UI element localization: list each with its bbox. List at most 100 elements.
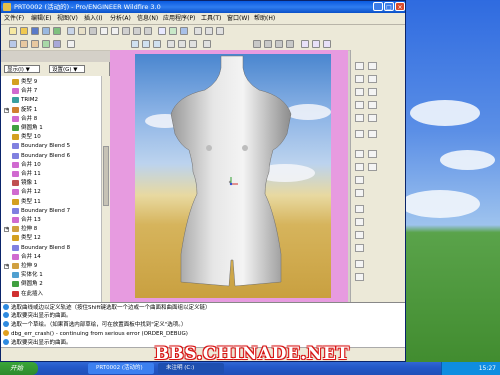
reorient-icon[interactable] (53, 40, 61, 48)
style-icon[interactable] (301, 40, 309, 48)
open-folder-icon[interactable] (20, 27, 28, 35)
tree-item[interactable]: 类型 11 (1, 198, 101, 206)
spin-center-icon[interactable] (203, 40, 211, 48)
menu-edit[interactable]: 编辑(E) (31, 14, 51, 23)
menu-file[interactable]: 文件(F) (4, 14, 24, 23)
menu-insert[interactable]: 插入(I) (84, 14, 102, 23)
hole-tool-icon[interactable] (355, 205, 364, 213)
zoom-out-icon[interactable] (31, 40, 39, 48)
minimize-button[interactable]: _ (373, 2, 383, 11)
menu-analysis[interactable]: 分析(A) (110, 14, 131, 23)
layers-icon[interactable] (167, 40, 175, 48)
draft-tool-icon[interactable] (355, 244, 364, 252)
sketch-tool-icon[interactable] (355, 130, 364, 138)
csys-display-icon[interactable] (189, 40, 197, 48)
refit-icon[interactable] (42, 40, 50, 48)
select-icon[interactable] (78, 27, 86, 35)
tree-item[interactable]: 合并 10 (1, 161, 101, 169)
tree-item[interactable]: 合并 8 (1, 115, 101, 123)
tree-item[interactable]: Boundary Blend 6 (1, 152, 101, 160)
datum-curve-tool-icon[interactable] (355, 88, 364, 96)
tree-item[interactable]: 合并 7 (1, 87, 101, 95)
tree-item[interactable]: 倒圆角 1 (1, 124, 101, 132)
new-file-icon[interactable] (9, 27, 17, 35)
datum-axis-tool-icon[interactable] (355, 75, 364, 83)
tree-item[interactable]: + 拉伸 8 (1, 225, 101, 233)
paste-icon[interactable] (133, 27, 141, 35)
settings-dropdown[interactable]: 设置(G) ▼ (49, 65, 85, 73)
tree-item[interactable]: Boundary Blend 8 (1, 244, 101, 252)
revolve-tool-icon[interactable] (355, 163, 364, 171)
trim-tool-icon[interactable] (368, 75, 377, 83)
rib-tool-icon[interactable] (355, 231, 364, 239)
appearance-icon[interactable] (323, 40, 331, 48)
csys-tool-icon[interactable] (355, 114, 364, 122)
no-hidden-icon[interactable] (216, 27, 224, 35)
tree-item[interactable]: 合并 14 (1, 253, 101, 261)
hidden-line-icon[interactable] (205, 27, 213, 35)
wireframe-icon[interactable] (194, 27, 202, 35)
tree-item[interactable]: TRIM2 (1, 96, 101, 104)
shell-tool-icon[interactable] (355, 218, 364, 226)
shade-icon[interactable] (180, 27, 188, 35)
tree-item[interactable]: 合并 13 (1, 216, 101, 224)
merge-tool-icon[interactable] (368, 62, 377, 70)
tree-item[interactable]: + 旋转 1 (1, 106, 101, 114)
solidify-tool-icon[interactable] (368, 163, 377, 171)
repaint-icon[interactable] (169, 27, 177, 35)
datum-plane-tool-icon[interactable] (355, 62, 364, 70)
datum-plane-icon[interactable] (131, 40, 139, 48)
paste-special-icon[interactable] (144, 27, 152, 35)
close-button[interactable]: × (395, 2, 405, 11)
expand-toggle[interactable]: + (4, 107, 9, 113)
annotation-icon[interactable] (253, 40, 261, 48)
menu-view[interactable]: 视图(V) (57, 14, 78, 23)
mirror-tool-icon[interactable] (368, 88, 377, 96)
tree-item[interactable]: 倒圆角 2 (1, 280, 101, 288)
parameters-icon[interactable] (286, 40, 294, 48)
regenerate-icon[interactable] (67, 27, 75, 35)
tree-item[interactable]: Boundary Blend 7 (1, 207, 101, 215)
datum-axis-icon[interactable] (142, 40, 150, 48)
title-bar[interactable]: PRT0002 (活动的) - Pro/ENGINEER Wildfire 3.… (1, 1, 405, 13)
measure-icon[interactable] (264, 40, 272, 48)
sweep-tool-icon[interactable] (355, 176, 364, 184)
display-style-icon[interactable] (312, 40, 320, 48)
menu-applications[interactable]: 应用程序(P) (163, 14, 195, 23)
datum-point-tool-icon[interactable] (355, 101, 364, 109)
relations-icon[interactable] (275, 40, 283, 48)
offset-tool-icon[interactable] (368, 130, 377, 138)
boundary-blend-tool-icon[interactable] (355, 189, 364, 197)
menu-tools[interactable]: 工具(T) (201, 14, 221, 23)
scrollbar-thumb[interactable] (103, 146, 109, 206)
tree-item[interactable]: 类型 12 (1, 234, 101, 242)
taskbar-item-proe[interactable]: PRT0002 (活动的) (88, 363, 154, 374)
torso-model[interactable] (170, 55, 292, 287)
saved-views-icon[interactable] (67, 40, 75, 48)
cut-icon[interactable] (122, 27, 130, 35)
start-button[interactable]: 开始 (0, 362, 38, 375)
graphics-window[interactable] (110, 50, 348, 302)
model-tree-scrollbar[interactable] (101, 76, 110, 302)
zoom-in-icon[interactable] (20, 40, 28, 48)
pattern-tool-icon[interactable] (368, 101, 377, 109)
tree-item[interactable]: + 拉伸 9 (1, 262, 101, 270)
tree-item[interactable]: 镜像 1 (1, 179, 101, 187)
extrude-tool-icon[interactable] (355, 150, 364, 158)
expand-toggle[interactable]: + (4, 227, 9, 233)
menu-info[interactable]: 信息(N) (137, 14, 158, 23)
find-icon[interactable] (158, 27, 166, 35)
show-dropdown[interactable]: 显示(I) ▼ (4, 65, 40, 73)
tree-item[interactable]: 实体化 1 (1, 271, 101, 279)
taskbar-item-explorer[interactable]: 未注明 (C:) (158, 363, 224, 374)
model-tree-toggle-icon[interactable] (178, 40, 186, 48)
tree-item[interactable]: 类型 10 (1, 133, 101, 141)
view-manager-icon[interactable] (9, 40, 17, 48)
tree-item[interactable]: 类型 9 (1, 78, 101, 86)
email-icon[interactable] (53, 27, 61, 35)
menu-help[interactable]: 帮助(H) (254, 14, 275, 23)
tree-item[interactable]: 合并 11 (1, 170, 101, 178)
undo-icon[interactable] (100, 27, 108, 35)
thicken-tool-icon[interactable] (368, 150, 377, 158)
save-icon[interactable] (31, 27, 39, 35)
